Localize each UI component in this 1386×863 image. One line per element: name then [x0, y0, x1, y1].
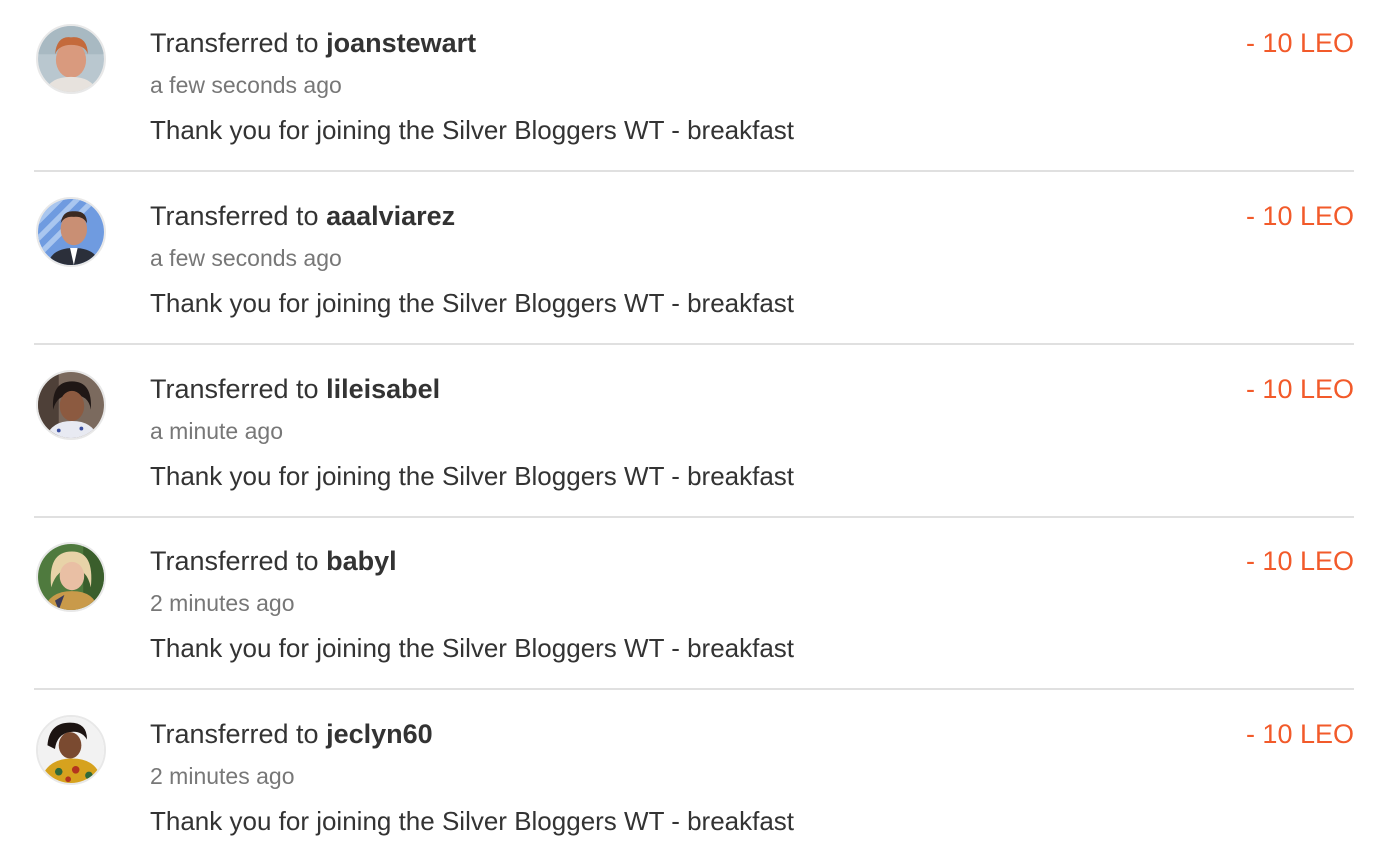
- transfer-amount: - 10 LEO: [1245, 719, 1354, 749]
- transfer-amount: - 10 LEO: [1245, 374, 1354, 404]
- transfer-memo: Thank you for joining the Silver Blogger…: [150, 115, 795, 145]
- transfer-title: Transferred to joanstewart: [150, 26, 476, 60]
- avatar-photo-icon: [38, 26, 104, 92]
- transfer-memo: Thank you for joining the Silver Blogger…: [150, 806, 795, 836]
- avatar-photo-icon: [38, 199, 104, 265]
- user-avatar-babyl[interactable]: [36, 542, 106, 612]
- user-avatar-aaalviarez[interactable]: [36, 197, 106, 267]
- transfer-prefix: Transferred to: [150, 719, 327, 749]
- user-avatar-jeclyn60[interactable]: [36, 715, 106, 785]
- transfer-amount: - 10 LEO: [1245, 28, 1354, 58]
- transfer-amount: - 10 LEO: [1245, 201, 1354, 231]
- transfer-prefix: Transferred to: [150, 546, 327, 576]
- avatar-photo-icon: [38, 544, 104, 610]
- recipient-username-link[interactable]: babyl: [326, 546, 397, 576]
- recipient-username-link[interactable]: lileisabel: [326, 374, 440, 404]
- transfer-item: Transferred to lileisabel a minute ago T…: [34, 346, 1354, 518]
- avatar-photo-icon: [38, 372, 104, 438]
- row-divider: [34, 688, 1354, 690]
- transfer-title: Transferred to lileisabel: [150, 372, 440, 406]
- transfer-timestamp: a minute ago: [150, 418, 283, 444]
- transfer-memo: Thank you for joining the Silver Blogger…: [150, 461, 795, 491]
- user-avatar-joanstewart[interactable]: [36, 24, 106, 94]
- recipient-username-link[interactable]: aaalviarez: [326, 201, 455, 231]
- avatar-photo-icon: [38, 717, 104, 783]
- transfer-prefix: Transferred to: [150, 374, 327, 404]
- recipient-username-link[interactable]: jeclyn60: [326, 719, 433, 749]
- row-divider: [34, 170, 1354, 172]
- row-divider: [34, 343, 1354, 345]
- transfer-timestamp: 2 minutes ago: [150, 763, 295, 789]
- transfer-item: Transferred to jeclyn60 2 minutes ago Th…: [34, 691, 1354, 863]
- transfer-timestamp: a few seconds ago: [150, 245, 342, 271]
- transfer-item: Transferred to babyl 2 minutes ago Thank…: [34, 518, 1354, 690]
- transfer-item: Transferred to joanstewart a few seconds…: [34, 0, 1354, 172]
- transfer-item: Transferred to aaalviarez a few seconds …: [34, 173, 1354, 345]
- transfer-title: Transferred to babyl: [150, 544, 397, 578]
- user-avatar-lileisabel[interactable]: [36, 370, 106, 440]
- transfer-memo: Thank you for joining the Silver Blogger…: [150, 288, 795, 318]
- transfer-prefix: Transferred to: [150, 201, 327, 231]
- transfer-title: Transferred to aaalviarez: [150, 199, 455, 233]
- transfer-prefix: Transferred to: [150, 28, 327, 58]
- recipient-username-link[interactable]: joanstewart: [326, 28, 476, 58]
- transfer-amount: - 10 LEO: [1245, 546, 1354, 576]
- transfer-title: Transferred to jeclyn60: [150, 717, 433, 751]
- transfer-timestamp: a few seconds ago: [150, 72, 342, 98]
- transfer-timestamp: 2 minutes ago: [150, 590, 295, 616]
- transfer-memo: Thank you for joining the Silver Blogger…: [150, 633, 795, 663]
- transfer-history-list: Transferred to joanstewart a few seconds…: [0, 0, 1386, 850]
